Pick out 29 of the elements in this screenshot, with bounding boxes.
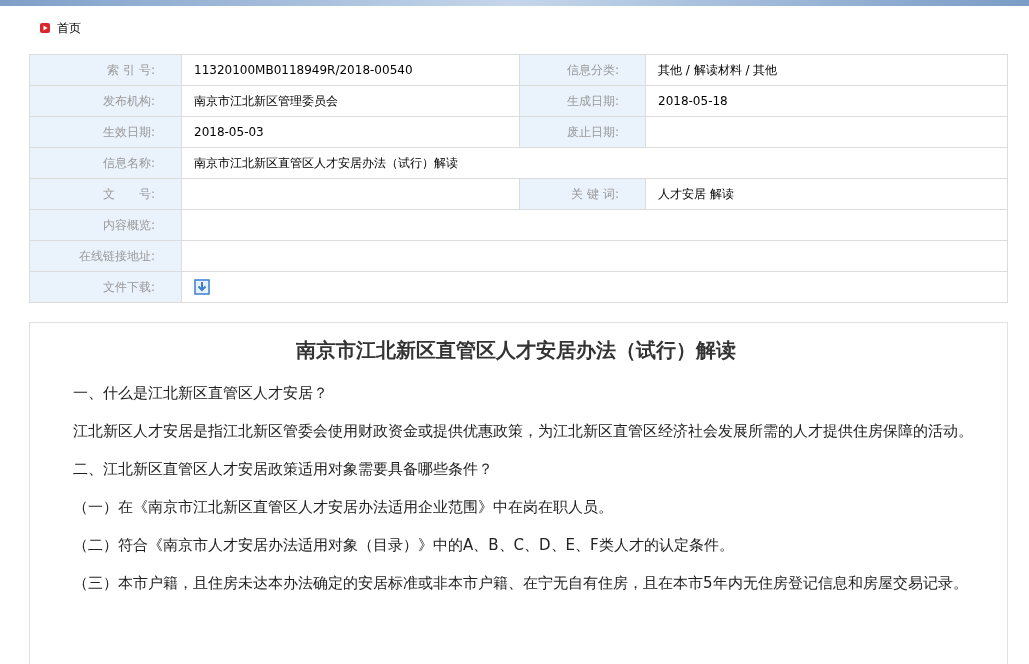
home-link[interactable]: 首页 [57, 19, 81, 37]
field-label: 废止日期: [520, 117, 646, 148]
article-paragraph: 二、江北新区直管区人才安居政策适用对象需要具备哪些条件？ [72, 459, 494, 480]
article-paragraph: （三）本市户籍，且住房未达本办法确定的安居标准或非本市户籍、在宁无自有住房，且在本市5年内无住房登记信息和房屋交易记录。 [72, 573, 969, 594]
field-label: 索 引 号: [30, 55, 182, 86]
field-label: 生效日期: [30, 117, 182, 148]
field-value: 南京市江北新区管理委员会 [194, 93, 338, 110]
field-value: 南京市江北新区直管区人才安居办法（试行）解读 [194, 155, 458, 172]
play-icon [40, 23, 50, 33]
article-title: 南京市江北新区直管区人才安居办法（试行）解读 [295, 337, 737, 364]
field-label: 生成日期: [520, 86, 646, 117]
field-label: 文 号: [30, 179, 182, 210]
field-label: 内容概览: [30, 210, 182, 241]
field-value: 人才安居 解读 [658, 186, 734, 203]
field-value: 11320100MB0118949R/2018-00540 [194, 62, 413, 79]
field-label: 信息分类: [520, 55, 646, 86]
field-value: 2018-05-03 [194, 124, 264, 141]
field-label: 发布机构: [30, 86, 182, 117]
field-value: 其他 / 解读材料 / 其他 [658, 62, 778, 79]
article-paragraph: 一、什么是江北新区直管区人才安居？ [72, 383, 329, 404]
download-icon[interactable] [194, 279, 210, 295]
field-label: 信息名称: [30, 148, 182, 179]
field-label: 文件下载: [30, 272, 182, 303]
article-paragraph: 江北新区人才安居是指江北新区管委会使用财政资金或提供优惠政策，为江北新区直管区经济社会发展所需的人才提供住房保障的活动。 [72, 421, 974, 442]
field-label: 在线链接地址: [30, 241, 182, 272]
field-value: 2018-05-18 [658, 93, 728, 110]
article-paragraph: （二）符合《南京市人才安居办法适用对象（目录）》中的A、B、C、D、E、F类人才的认定条件。 [72, 535, 735, 556]
field-label: 关 键 词: [520, 179, 646, 210]
article-paragraph: （一）在《南京市江北新区直管区人才安居办法适用企业范围》中在岗在职人员。 [72, 497, 614, 518]
